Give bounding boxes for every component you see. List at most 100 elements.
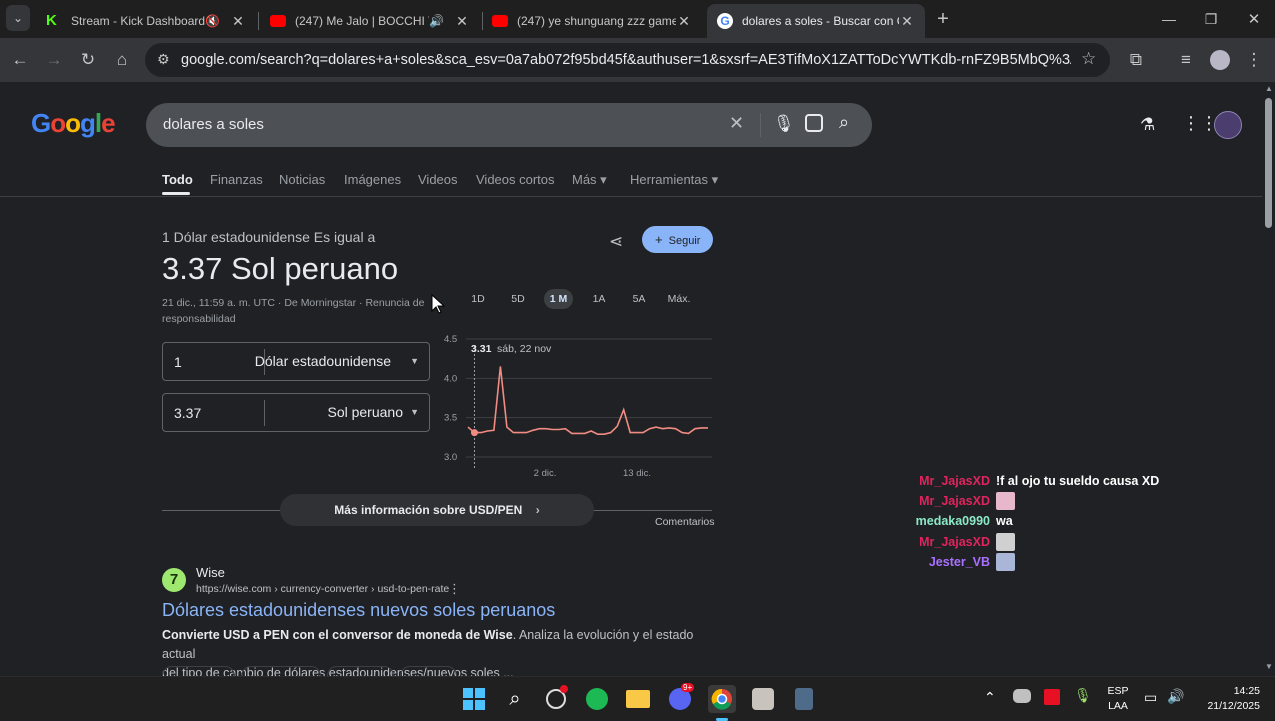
tab-finanzas[interactable]: Finanzas [210,172,263,187]
dropdown-arrow-icon[interactable]: ▼ [410,356,419,366]
site-info-icon[interactable]: ⚙ [157,51,170,68]
back-icon[interactable]: ← [6,46,34,74]
address-bar[interactable]: ⚙ google.com/search?q=dolares+a+soles&sc… [145,43,1110,77]
labs-icon[interactable]: ⚗ [1140,115,1155,135]
tab-youtube-1[interactable]: (247) Me Jalo | BOCCHI THE 🔊 ✕ [260,4,480,38]
app-tray-icon[interactable] [1044,689,1060,705]
speaker-icon[interactable]: 🔊 [429,14,444,28]
tab-noticias[interactable]: Noticias [279,172,325,187]
chat-emote [996,553,1015,571]
to-amount-input[interactable]: 3.37 [174,405,201,421]
x-tick-label: 2 dic. [534,468,557,478]
to-currency-select[interactable]: Sol peruano [327,404,403,420]
scrollbar[interactable]: ▲ ▼ [1262,82,1275,676]
reload-icon[interactable]: ↻ [74,46,102,74]
search-icon[interactable]: ⌕ [839,112,849,133]
profile-avatar[interactable] [1206,46,1234,74]
chrome-icon[interactable] [708,685,736,713]
tools-button[interactable]: Herramientas ▾ [630,172,718,188]
minimize-icon[interactable]: — [1155,5,1183,33]
range-5a[interactable]: 5A [627,289,651,309]
new-tab-button[interactable]: + [929,5,957,33]
range-1m[interactable]: 1 M [544,289,573,309]
menu-icon[interactable]: ⋮ [1240,46,1268,74]
follow-button[interactable]: + Seguir [642,226,713,253]
language-indicator[interactable]: ESP LAA [1104,685,1132,712]
file-explorer-icon[interactable] [625,686,651,712]
app-icon[interactable] [750,686,776,712]
tab-title: (247) ye shunguang zzz gamepl [517,14,676,28]
volume-icon[interactable]: 🔊 [1167,688,1184,705]
result-site-name[interactable]: Wise [196,565,225,580]
bookmark-star-icon[interactable]: ☆ [1081,49,1096,69]
google-logo[interactable]: Google [31,108,116,139]
close-tab-icon[interactable]: ✕ [676,13,692,30]
forward-icon[interactable]: → [40,46,68,74]
discord-icon[interactable]: 9+ [667,683,695,712]
result-title-link[interactable]: Dólares estadounidenses nuevos soles per… [162,600,555,621]
exchange-rate-chart[interactable]: 4.5 4.0 3.5 3.0 2 dic. 13 dic. 3.31 sáb, 22 n… [440,328,715,478]
close-tab-icon[interactable]: ✕ [454,13,470,30]
tab-imagenes[interactable]: Imágenes [344,172,401,187]
tab-google[interactable]: G dolares a soles - Buscar con Go ✕ [707,4,925,38]
microphone-in-use-icon[interactable]: 🎙 [1074,687,1092,704]
chart-hover-point [470,429,478,437]
restore-icon[interactable]: ❐ [1197,5,1225,33]
chat-username: Mr_JajasXD [919,535,990,549]
range-5d[interactable]: 5D [506,289,530,309]
scrollbar-thumb[interactable] [1265,98,1272,228]
share-icon[interactable]: ⋖ [609,232,623,252]
apps-grid-icon[interactable]: ⋮⋮ [1182,113,1218,134]
tab-title: (247) Me Jalo | BOCCHI THE [295,14,429,28]
disclaimer-link[interactable]: responsabilidad [162,313,236,325]
x-tick-label: 13 dic. [623,468,651,478]
tab-videos-cortos[interactable]: Videos cortos [476,172,555,187]
from-amount-input[interactable]: 1 [174,354,182,370]
tab-mas[interactable]: Más ▾ [572,172,607,188]
tab-search-icon[interactable]: ⌄ [6,5,30,31]
account-avatar[interactable] [1214,111,1242,139]
search-icon[interactable]: ⌕ [502,686,528,712]
google-icon: G [717,13,733,29]
chat-username: medaka0990 [915,514,990,528]
tray-overflow-icon[interactable]: ⌃ [984,689,996,706]
lens-icon[interactable] [805,114,823,132]
microphone-icon[interactable]: 🎙 [773,114,795,134]
close-tab-icon[interactable]: ✕ [899,13,915,30]
result-chip[interactable] [327,666,394,676]
network-icon[interactable]: ▭ [1144,689,1157,706]
close-window-icon[interactable]: ✕ [1240,5,1268,33]
range-1d[interactable]: 1D [466,289,490,309]
windows-start-icon[interactable] [461,686,487,712]
more-info-button[interactable]: Más información sobre USD/PEN › [280,494,594,526]
obs-icon[interactable] [543,685,569,712]
muted-icon[interactable]: 🔇 [205,14,220,28]
range-1a[interactable]: 1A [587,289,611,309]
clock[interactable]: 14:25 21/12/2025 [1196,685,1260,712]
range-max[interactable]: Máx. [664,289,694,309]
result-menu-icon[interactable]: ⋮ [448,581,461,597]
calculator-icon[interactable] [791,686,817,712]
tab-todo[interactable]: Todo [162,172,193,187]
search-box[interactable]: dolares a soles ✕ 🎙 ⌕ [146,103,872,147]
result-url[interactable]: https://wise.com › currency-converter › … [196,583,449,595]
search-input[interactable]: dolares a soles [163,116,264,133]
comments-link[interactable]: Comentarios [655,516,715,528]
extensions-icon[interactable]: ⧉ [1122,46,1150,74]
dropdown-arrow-icon[interactable]: ▼ [410,407,419,417]
tab-videos[interactable]: Videos [418,172,458,187]
url-text[interactable]: google.com/search?q=dolares+a+soles&sca_… [181,52,1071,68]
wise-favicon[interactable]: 7 [162,568,186,592]
close-tab-icon[interactable]: ✕ [230,13,246,30]
spotify-icon[interactable] [584,686,610,712]
from-currency-select[interactable]: Dólar estadounidense [255,353,391,369]
result-chip[interactable] [162,666,235,676]
clear-icon[interactable]: ✕ [729,113,744,134]
home-icon[interactable]: ⌂ [108,46,136,74]
discord-tray-icon[interactable] [1013,689,1031,703]
result-chip[interactable] [241,666,321,676]
tab-youtube-2[interactable]: (247) ye shunguang zzz gamepl ✕ [482,4,702,38]
tab-kick[interactable]: K Stream - Kick Dashboard 🔇 ✕ [36,4,256,38]
media-controls-icon[interactable]: ≡ [1172,46,1200,74]
result-chip[interactable] [400,666,457,676]
